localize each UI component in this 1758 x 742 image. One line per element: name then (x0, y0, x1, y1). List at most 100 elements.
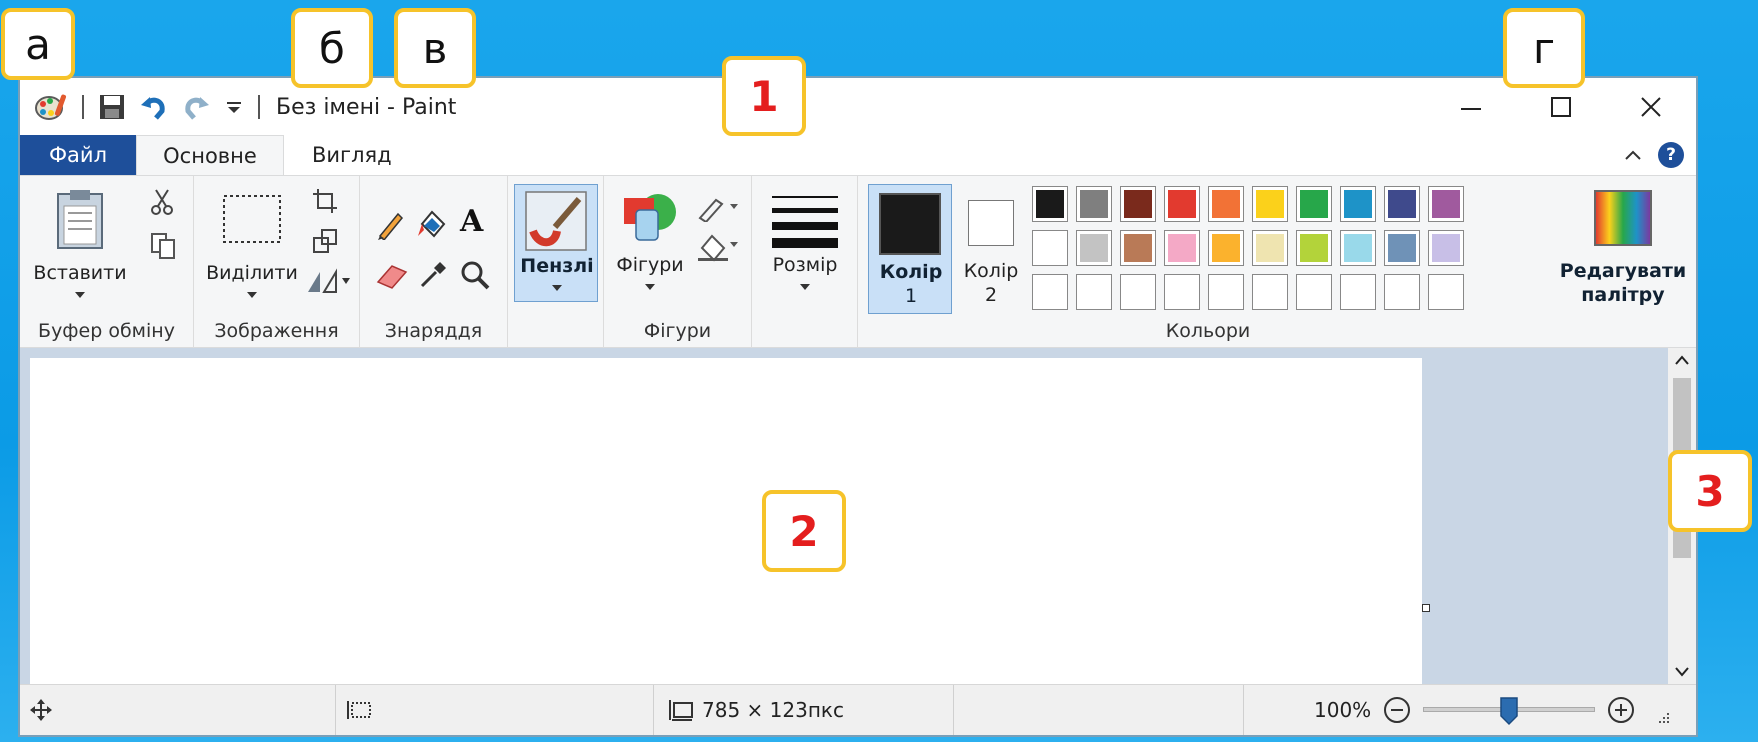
outline-icon[interactable] (696, 194, 742, 222)
clipboard-group-label: Буфер обміну (38, 320, 175, 342)
zoom-slider[interactable] (1423, 696, 1596, 726)
custom-color-slot[interactable] (1296, 274, 1332, 310)
image-size-text: 785 × 123пкс (702, 698, 844, 722)
crop-icon[interactable] (312, 188, 338, 214)
image-size-cell: 785 × 123пкс (654, 685, 954, 735)
pencil-icon[interactable] (376, 210, 406, 240)
palette-swatch[interactable] (1296, 230, 1332, 266)
tab-view[interactable]: Вигляд (284, 135, 420, 175)
palette-swatch[interactable] (1120, 230, 1156, 266)
help-icon[interactable]: ? (1658, 142, 1684, 168)
zoom-cell: 100% (1244, 685, 1700, 735)
zoom-level: 100% (1314, 698, 1372, 722)
paste-button[interactable]: Вставити (30, 184, 130, 302)
custom-color-slot[interactable] (1252, 274, 1288, 310)
zoom-slider-thumb[interactable] (1499, 696, 1519, 726)
text-icon[interactable]: A (460, 204, 483, 239)
color-picker-icon[interactable] (418, 260, 448, 290)
undo-icon[interactable] (140, 93, 168, 121)
custom-color-slot[interactable] (1428, 274, 1464, 310)
size-button[interactable]: Розмір (760, 184, 850, 302)
custom-color-slot[interactable] (1384, 274, 1420, 310)
swatch-color (1168, 190, 1196, 218)
scroll-up-icon[interactable] (1674, 354, 1690, 366)
custom-color-slot[interactable] (1032, 274, 1068, 310)
palette-swatch[interactable] (1164, 186, 1200, 222)
palette-swatch[interactable] (1032, 230, 1068, 266)
color2-label-line1: Колір (963, 260, 1019, 282)
palette-swatch[interactable] (1164, 230, 1200, 266)
palette-swatch[interactable] (1208, 230, 1244, 266)
fill-icon[interactable] (416, 208, 448, 240)
palette-swatch[interactable] (1340, 230, 1376, 266)
custom-color-slot[interactable] (1340, 274, 1376, 310)
zoom-in-icon[interactable] (1607, 696, 1635, 724)
eraser-icon[interactable] (376, 262, 408, 290)
image-group-label: Зображення (214, 320, 339, 342)
custom-color-slot[interactable] (1208, 274, 1244, 310)
canvas-area (20, 348, 1672, 686)
close-button[interactable] (1606, 78, 1696, 136)
colors-group-label: Кольори (1165, 320, 1251, 342)
tab-file[interactable]: Файл (20, 135, 136, 175)
brushes-button[interactable]: Пензлі (514, 184, 598, 302)
resize-icon[interactable] (312, 228, 338, 254)
paint-window: Без імені - Paint Файл Основне Вигляд ? (18, 76, 1698, 737)
fill-shape-icon[interactable] (696, 232, 742, 262)
collapse-ribbon-icon[interactable] (1624, 146, 1642, 165)
color1-label-line1: Колір (879, 261, 943, 283)
palette-swatch[interactable] (1384, 230, 1420, 266)
palette-swatch[interactable] (1428, 186, 1464, 222)
swatch-color (1344, 234, 1372, 262)
custom-color-slot[interactable] (1164, 274, 1200, 310)
select-button[interactable]: Виділити (202, 184, 302, 302)
clipboard-group: Вставити Буфер обміну (20, 176, 194, 348)
color1-button[interactable]: Колір 1 (868, 184, 952, 314)
palette-swatch[interactable] (1340, 186, 1376, 222)
image-group: Виділити Зображення (194, 176, 360, 348)
palette-swatch[interactable] (1076, 230, 1112, 266)
zoom-out-icon[interactable] (1383, 696, 1411, 724)
drawing-canvas[interactable] (30, 358, 1422, 686)
edit-colors-icon (1594, 190, 1652, 246)
palette-swatch[interactable] (1296, 186, 1332, 222)
callout-a: а (1, 8, 75, 80)
canvas-resize-handle[interactable] (1422, 604, 1430, 612)
custom-color-slot[interactable] (1120, 274, 1156, 310)
brushes-label: Пензлі (520, 255, 594, 277)
rotate-icon[interactable] (306, 268, 352, 294)
resize-grip-icon[interactable] (1657, 711, 1671, 725)
palette-swatch[interactable] (1384, 186, 1420, 222)
palette-swatch[interactable] (1252, 230, 1288, 266)
color2-swatch (968, 200, 1014, 246)
palette-swatch[interactable] (1252, 186, 1288, 222)
edit-colors-button[interactable]: Редагувати палітру (1560, 184, 1686, 314)
swatch-color (1036, 190, 1064, 218)
tab-home[interactable]: Основне (136, 135, 284, 175)
custom-color-slot[interactable] (1076, 274, 1112, 310)
palette-swatch[interactable] (1208, 186, 1244, 222)
callout-v: в (394, 8, 476, 88)
qa-separator (82, 95, 84, 119)
magnifier-icon[interactable] (460, 260, 490, 290)
color2-label-line2: 2 (984, 284, 998, 306)
palette-swatch[interactable] (1428, 230, 1464, 266)
palette-swatch[interactable] (1120, 186, 1156, 222)
scroll-down-icon[interactable] (1674, 666, 1690, 678)
cut-icon[interactable] (150, 188, 174, 216)
color2-button[interactable]: Колір 2 (956, 184, 1026, 314)
shapes-button[interactable]: Фігури (610, 184, 690, 302)
swatch-color (1212, 190, 1240, 218)
customize-qa-icon[interactable] (224, 97, 244, 117)
copy-icon[interactable] (150, 232, 176, 260)
color1-label-line2: 1 (904, 285, 918, 307)
image-size-icon (669, 700, 693, 721)
palette-swatch[interactable] (1032, 186, 1068, 222)
quick-access-toolbar: Без імені - Paint (20, 78, 456, 136)
palette-swatch[interactable] (1076, 186, 1112, 222)
redo-icon[interactable] (182, 93, 210, 121)
minimize-button[interactable] (1426, 78, 1516, 136)
paint-app-icon[interactable] (34, 92, 68, 122)
save-icon[interactable] (98, 93, 126, 121)
shapes-group-label: Фігури (643, 320, 712, 342)
